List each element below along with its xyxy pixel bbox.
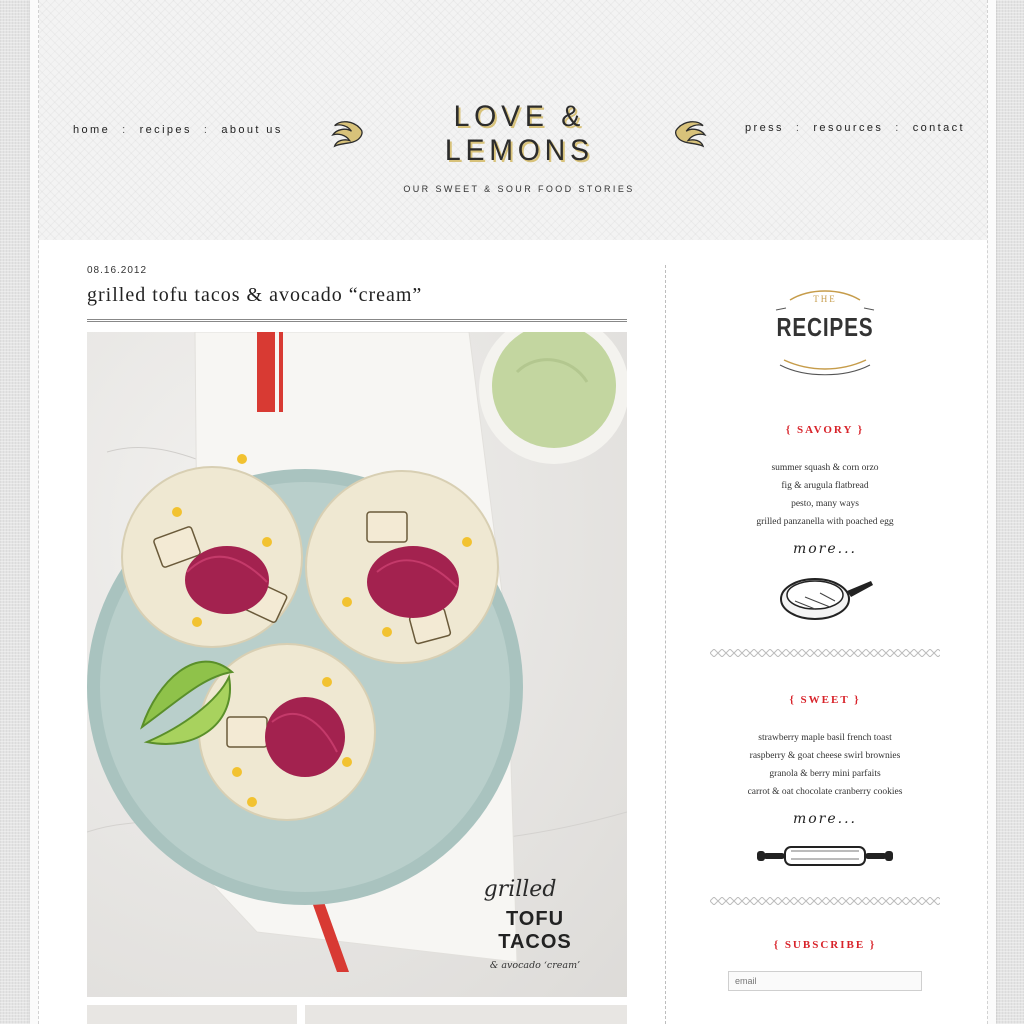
post-title[interactable]: grilled tofu tacos & avocado “cream” <box>87 284 627 322</box>
sidebar-divider <box>665 265 666 1024</box>
badge-top-text: THE <box>813 294 837 304</box>
email-input[interactable] <box>728 971 922 991</box>
site-header: home : recipes : about us LOVE & LEMONS … <box>39 0 987 240</box>
nav-separator: : <box>895 122 901 134</box>
logo-title: LOVE & LEMONS <box>444 100 594 167</box>
site-logo[interactable]: LOVE & LEMONS OUR SWEET & SOUR FOOD STOR… <box>329 100 709 194</box>
thumbnail[interactable] <box>87 1005 297 1024</box>
recipe-link[interactable]: pesto, many ways <box>707 495 943 513</box>
recipe-link[interactable]: grilled panzanella with poached egg <box>707 513 943 531</box>
main-content: 08.16.2012 grilled tofu tacos & avocado … <box>39 240 987 1024</box>
nav-link-resources[interactable]: resources <box>813 122 883 134</box>
post-hero-image[interactable]: grilled TOFU TACOS & avocado ‘cream’ <box>87 332 627 997</box>
recipe-link[interactable]: granola & berry mini parfaits <box>707 765 943 783</box>
wavy-divider <box>710 649 940 657</box>
flourish-right-icon <box>675 121 707 148</box>
photo-caption-overlay: grilled TOFU TACOS & avocado ‘cream’ <box>475 877 595 971</box>
wavy-divider <box>710 897 940 905</box>
nav-link-press[interactable]: press <box>745 122 784 134</box>
nav-left: home : recipes : about us <box>73 124 283 136</box>
site-tagline: OUR SWEET & SOUR FOOD STORIES <box>403 184 635 194</box>
blog-post: 08.16.2012 grilled tofu tacos & avocado … <box>87 240 627 1024</box>
thumbnail-row <box>87 1005 627 1024</box>
savory-heading: { SAVORY } <box>785 424 865 436</box>
badge-main-text: RECIPES <box>776 312 874 342</box>
nav-link-recipes[interactable]: recipes <box>140 124 192 136</box>
post-date: 08.16.2012 <box>87 265 148 276</box>
sweet-list: strawberry maple basil french toast rasp… <box>707 729 943 801</box>
nav-link-home[interactable]: home <box>73 124 110 136</box>
recipe-link[interactable]: carrot & oat chocolate cranberry cookies <box>707 783 943 801</box>
sweet-more-link[interactable]: more... <box>707 811 943 827</box>
recipe-link[interactable]: strawberry maple basil french toast <box>707 729 943 747</box>
nav-right: press : resources : contact <box>745 122 965 134</box>
overlay-main-text: TOFU TACOS <box>498 908 572 953</box>
nav-link-contact[interactable]: contact <box>913 122 965 134</box>
rolling-pin-icon <box>757 846 893 866</box>
nav-separator: : <box>122 124 128 136</box>
savory-more-link[interactable]: more... <box>707 541 943 557</box>
savory-list: summer squash & corn orzo fig & arugula … <box>707 459 943 531</box>
nav-link-about-us[interactable]: about us <box>221 124 282 136</box>
nav-separator: : <box>795 122 802 134</box>
recipe-link[interactable]: fig & arugula flatbread <box>707 477 943 495</box>
overlay-sub-text: & avocado ‘cream’ <box>489 960 581 971</box>
sidebar: THE RECIPES { SAVORY } summer squash & c… <box>707 240 943 991</box>
skillet-icon <box>780 578 873 620</box>
page: home : recipes : about us LOVE & LEMONS … <box>30 0 996 1024</box>
subscribe-heading: { SUBSCRIBE } <box>773 939 877 951</box>
flourish-left-icon <box>331 121 363 148</box>
thumbnail[interactable] <box>305 1005 627 1024</box>
recipe-link[interactable]: summer squash & corn orzo <box>707 459 943 477</box>
recipe-link[interactable]: raspberry & goat cheese swirl brownies <box>707 747 943 765</box>
nav-separator: : <box>203 124 210 136</box>
sweet-heading: { SWEET } <box>789 694 861 706</box>
overlay-script-text: grilled <box>483 877 557 902</box>
recipes-badge[interactable]: THE RECIPES <box>707 270 943 382</box>
